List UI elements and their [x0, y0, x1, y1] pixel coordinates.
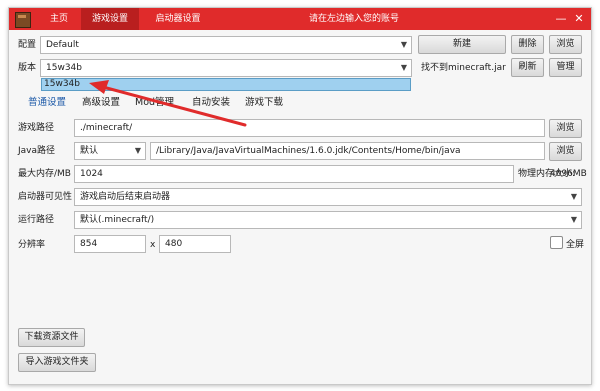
- launcher-window: 主页 游戏设置 启动器设置 请在左边输入您的账号 — ✕ 配置 Default …: [8, 7, 592, 385]
- annotation-arrow: [89, 80, 247, 127]
